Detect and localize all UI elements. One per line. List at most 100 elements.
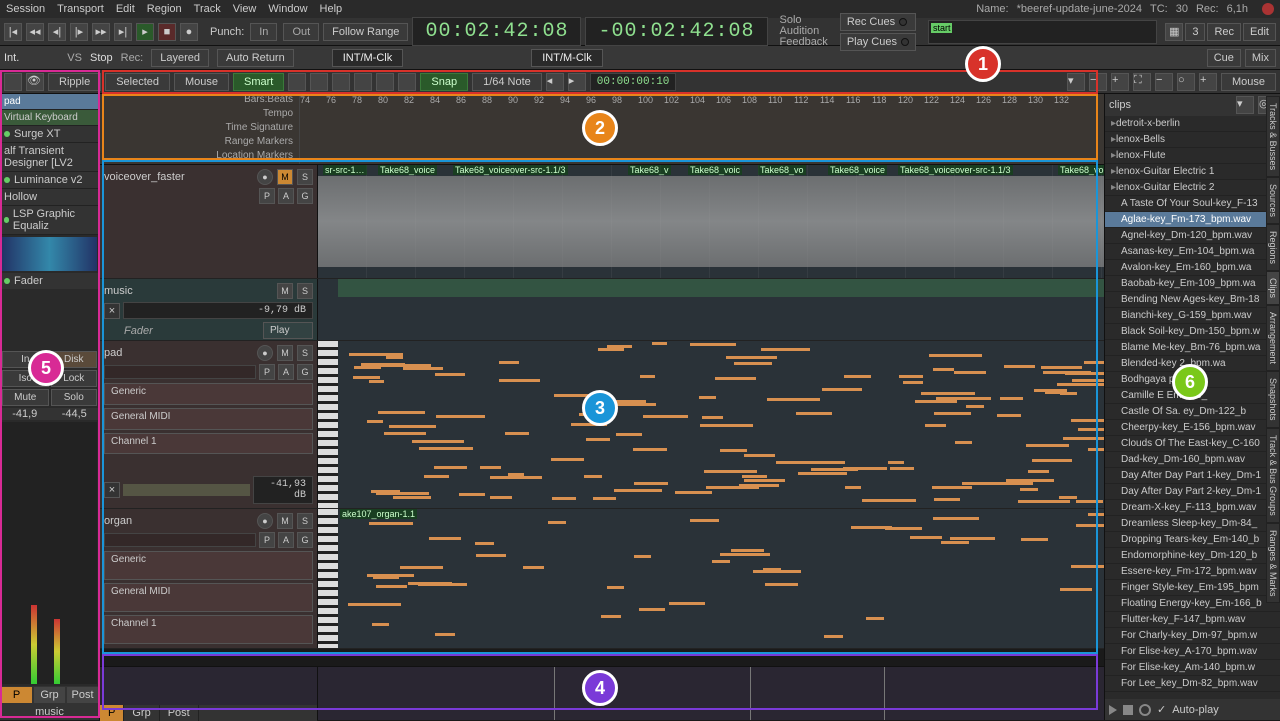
- clip-item[interactable]: Dream-X-key_F-113_bpm.wav: [1105, 500, 1280, 516]
- menu-track[interactable]: Track: [194, 3, 221, 15]
- zoom-dropdown-icon[interactable]: ▾: [1067, 73, 1085, 91]
- smart-tool-button[interactable]: Smart: [233, 73, 284, 91]
- track-content-music[interactable]: [318, 279, 1104, 340]
- summary-grp-button[interactable]: Grp: [124, 705, 159, 721]
- automation-mode-dropdown[interactable]: Play: [263, 322, 313, 339]
- g-button[interactable]: G: [297, 188, 313, 204]
- track-header-music[interactable]: music M S × -9,79 dB Fader Play: [100, 279, 318, 340]
- range-tool-icon[interactable]: [310, 73, 328, 91]
- grid-dropdown[interactable]: 1/64 Note: [472, 73, 542, 91]
- clips-filter-dropdown-icon[interactable]: ▾: [1236, 96, 1254, 114]
- track-name[interactable]: music: [104, 285, 273, 297]
- stretch-tool-icon[interactable]: [354, 73, 372, 91]
- clip-item[interactable]: Flutter-key_F-147_bpm.wav: [1105, 612, 1280, 628]
- tab-tracks-busses[interactable]: Tracks & Busses: [1266, 96, 1280, 177]
- plugin-luminance[interactable]: Luminance v2: [0, 172, 99, 189]
- nudge-clock[interactable]: 00:00:00:10: [590, 73, 677, 91]
- clip-item[interactable]: Asanas-key_Em-104_bpm.wa: [1105, 244, 1280, 260]
- plugin-hollow[interactable]: Hollow: [0, 189, 99, 206]
- tool-icon-1[interactable]: [4, 73, 22, 91]
- plugin-surge[interactable]: Surge XT: [0, 126, 99, 143]
- g-button[interactable]: G: [297, 532, 313, 548]
- post-button[interactable]: Post: [66, 686, 99, 704]
- tab-track-bus-groups[interactable]: Track & Bus Groups: [1266, 428, 1280, 523]
- clip-folder[interactable]: lenox-Flute: [1105, 148, 1280, 164]
- region-label[interactable]: Take68_voiceover-: [1058, 165, 1104, 175]
- region-label[interactable]: Take68_voiceover-src-1.1/3: [898, 165, 1013, 175]
- clip-item[interactable]: Floating Energy-key_Em-166_b: [1105, 596, 1280, 612]
- clips-list[interactable]: detroit-x-berlinlenox-Bellslenox-Flutele…: [1105, 116, 1280, 699]
- record-icon[interactable]: ●: [180, 23, 198, 41]
- goto-start-icon[interactable]: |◂: [4, 23, 22, 41]
- summary-post-button[interactable]: Post: [160, 705, 199, 721]
- track-header-voiceover[interactable]: voiceover_faster ● M S P A G: [100, 165, 318, 278]
- fader-db[interactable]: -9,79 dB: [123, 302, 313, 319]
- goto-end-icon[interactable]: ▸|: [114, 23, 132, 41]
- clip-item[interactable]: Avalon-key_Em-160_bpm.wa: [1105, 260, 1280, 276]
- menu-edit[interactable]: Edit: [116, 3, 135, 15]
- clip-item[interactable]: Bending New Ages-key_Bm-18: [1105, 292, 1280, 308]
- clip-item[interactable]: For Elise-key_A-170_bpm.wav: [1105, 644, 1280, 660]
- region-label[interactable]: Take68_voic: [688, 165, 742, 175]
- track-slider[interactable]: [104, 533, 256, 547]
- mute-m-button[interactable]: M: [277, 283, 293, 299]
- nudge-prev-icon[interactable]: ◂: [546, 73, 564, 91]
- clip-item[interactable]: Bianchi-key_G-159_bpm.wav: [1105, 308, 1280, 324]
- rec-button[interactable]: Rec: [1207, 23, 1241, 41]
- p-button[interactable]: P: [0, 686, 33, 704]
- clip-item[interactable]: Blame Me-key_Bm-76_bpm.wa: [1105, 340, 1280, 356]
- ruler-timesig[interactable]: [300, 122, 1104, 136]
- solo-s-button[interactable]: S: [297, 345, 313, 361]
- cut-tool-icon[interactable]: [332, 73, 350, 91]
- cue-button[interactable]: Cue: [1207, 49, 1241, 67]
- track-slider[interactable]: [104, 365, 256, 379]
- clip-item[interactable]: Essere-key_Fm-172_bpm.wav: [1105, 564, 1280, 580]
- fader-label[interactable]: Fader: [0, 273, 99, 289]
- prev-marker-icon[interactable]: ◂|: [48, 23, 66, 41]
- start-marker[interactable]: start: [931, 23, 953, 33]
- clip-item[interactable]: Finger Style-key_Em-195_bpm: [1105, 580, 1280, 596]
- g-button[interactable]: G: [297, 364, 313, 380]
- p-button[interactable]: P: [259, 188, 275, 204]
- region-label[interactable]: Take68_voice: [378, 165, 437, 175]
- clip-item[interactable]: Day After Day Part 2-key_Dm-1: [1105, 484, 1280, 500]
- midi-channel-dropdown[interactable]: Channel 1: [104, 615, 313, 644]
- clip-item[interactable]: For Lee_key_Dm-82_bpm.wav: [1105, 676, 1280, 692]
- region-label[interactable]: Take68_voiceover-src-1.1/3: [453, 165, 568, 175]
- ffwd-icon[interactable]: ▸▸: [92, 23, 110, 41]
- clip-item[interactable]: Agnel-key_Dm-120_bpm.wav: [1105, 228, 1280, 244]
- clip-item[interactable]: Castle Of Sa. ey_Dm-122_b: [1105, 404, 1280, 420]
- solo-button[interactable]: Solo: [51, 389, 98, 406]
- preview-loop-icon[interactable]: [1139, 704, 1151, 716]
- eq-display[interactable]: [2, 237, 97, 271]
- midi-program-dropdown[interactable]: General MIDI: [104, 408, 313, 430]
- plugin-transient[interactable]: alf Transient Designer [LV2: [0, 143, 99, 172]
- menu-view[interactable]: View: [233, 3, 257, 15]
- tab-clips[interactable]: Clips: [1266, 271, 1280, 305]
- a-button[interactable]: A: [278, 188, 294, 204]
- zoom-fit-icon[interactable]: ⛶: [1133, 73, 1151, 91]
- track-header-pad[interactable]: pad ● M S P A G Generic General MIDI Cha…: [100, 341, 318, 508]
- clip-item[interactable]: Dropping Tears-key_Em-140_b: [1105, 532, 1280, 548]
- zoom-out-v-icon[interactable]: −: [1155, 73, 1173, 91]
- midi-channel-dropdown[interactable]: Channel 1: [104, 433, 313, 455]
- mute-m-button[interactable]: M: [277, 345, 293, 361]
- menu-help[interactable]: Help: [320, 3, 343, 15]
- track-name[interactable]: organ: [104, 515, 253, 527]
- virtual-keyboard-button[interactable]: Virtual Keyboard: [0, 110, 99, 126]
- grp-button[interactable]: Grp: [33, 686, 66, 704]
- zoom-in-v-icon[interactable]: +: [1199, 73, 1217, 91]
- snap-toggle[interactable]: Snap: [420, 73, 468, 91]
- edit-tool-icon[interactable]: [398, 73, 416, 91]
- midi-bank-dropdown[interactable]: Generic: [104, 383, 313, 405]
- menu-window[interactable]: Window: [268, 3, 307, 15]
- midi-notes-organ[interactable]: [338, 509, 1104, 648]
- recmode-dropdown[interactable]: Layered: [151, 49, 209, 67]
- midi-bank-dropdown[interactable]: Generic: [104, 551, 313, 580]
- primary-timecode[interactable]: 00:02:42:08: [412, 17, 581, 46]
- a-button[interactable]: A: [278, 364, 294, 380]
- rec-arm-button[interactable]: ●: [257, 513, 273, 529]
- preview-stop-icon[interactable]: [1123, 705, 1133, 715]
- page-number[interactable]: 3: [1185, 23, 1205, 41]
- tab-regions[interactable]: Regions: [1266, 224, 1280, 271]
